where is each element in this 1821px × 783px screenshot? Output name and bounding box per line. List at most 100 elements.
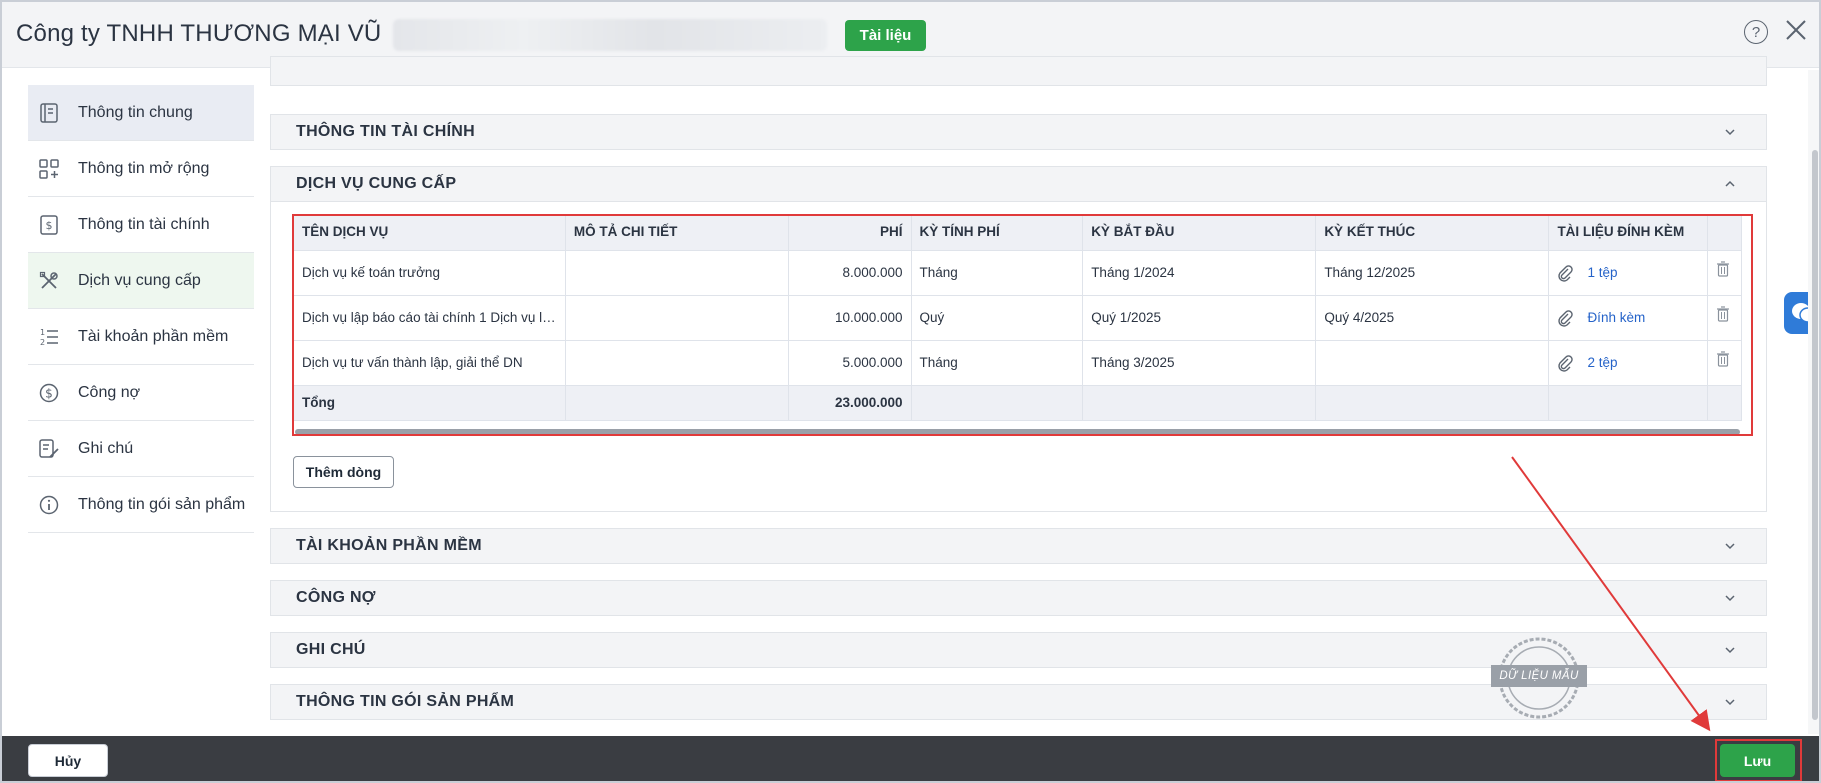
page-scrollbar-thumb[interactable] bbox=[1812, 150, 1818, 720]
attachment-link[interactable]: 1 tệp bbox=[1587, 265, 1617, 280]
paperclip-icon[interactable] bbox=[1557, 309, 1574, 327]
redacted-company-name bbox=[393, 19, 827, 51]
cell-actions bbox=[1707, 250, 1742, 296]
trash-icon[interactable] bbox=[1716, 261, 1730, 277]
column-header-actions bbox=[1707, 214, 1742, 251]
cell-description[interactable] bbox=[565, 295, 789, 341]
sidebar-item-debt[interactable]: $ Công nợ bbox=[28, 365, 254, 421]
paperclip-icon[interactable] bbox=[1557, 354, 1574, 372]
cell-billing-period[interactable]: Tháng bbox=[911, 340, 1084, 386]
cell-attachment[interactable]: 1 tệp bbox=[1548, 250, 1709, 296]
cell-billing-period[interactable]: Tháng bbox=[911, 250, 1084, 296]
section-title: DỊCH VỤ CUNG CẤP bbox=[296, 175, 457, 192]
section-title: THÔNG TIN TÀI CHÍNH bbox=[296, 123, 476, 140]
grid-add-icon bbox=[38, 158, 60, 180]
cell-description[interactable] bbox=[565, 340, 789, 386]
cell-start-period[interactable]: Tháng 1/2024 bbox=[1082, 250, 1317, 296]
services-table-container: TÊN DỊCH VỤ MÔ TẢ CHI TIẾT PHÍ KỲ TÍNH P… bbox=[294, 214, 1752, 438]
column-header[interactable]: KỲ TÍNH PHÍ bbox=[911, 214, 1084, 251]
table-row[interactable]: Dịch vụ lập báo cáo tài chính 1 Dịch vụ … bbox=[294, 295, 1742, 341]
add-row-button[interactable]: Thêm dòng bbox=[293, 456, 394, 488]
total-empty-cell bbox=[565, 385, 789, 421]
sidebar-item-notes[interactable]: Ghi chú bbox=[28, 421, 254, 477]
svg-text:$: $ bbox=[45, 386, 53, 400]
total-empty-cell bbox=[1707, 385, 1742, 421]
section-services-panel: DỊCH VỤ CUNG CẤP TÊN DỊCH VỤ MÔ TẢ CHI T… bbox=[270, 166, 1767, 512]
sidebar-item-software-accounts[interactable]: 12 Tài khoản phần mềm bbox=[28, 309, 254, 365]
section-title: CÔNG NỢ bbox=[296, 589, 376, 606]
numbered-list-icon: 12 bbox=[38, 326, 60, 348]
sidebar-item-label: Thông tin tài chính bbox=[78, 215, 210, 233]
cell-start-period[interactable]: Tháng 3/2025 bbox=[1082, 340, 1317, 386]
attachment-link[interactable]: 2 tệp bbox=[1587, 355, 1617, 370]
cell-description[interactable] bbox=[565, 250, 789, 296]
trash-icon[interactable] bbox=[1716, 306, 1730, 322]
section-title: GHI CHÚ bbox=[296, 641, 366, 658]
section-financial-info[interactable]: THÔNG TIN TÀI CHÍNH bbox=[270, 114, 1767, 150]
help-icon[interactable]: ? bbox=[1744, 20, 1768, 44]
cell-end-period[interactable] bbox=[1315, 340, 1550, 386]
cell-service-name[interactable]: Dịch vụ lập báo cáo tài chính 1 Dịch vụ … bbox=[294, 295, 566, 341]
total-empty-cell bbox=[911, 385, 1084, 421]
cell-start-period[interactable]: Quý 1/2025 bbox=[1082, 295, 1317, 341]
attachment-link[interactable]: Đính kèm bbox=[1587, 310, 1645, 325]
document-list-icon bbox=[38, 102, 60, 124]
sidebar-item-label: Công nợ bbox=[78, 383, 141, 401]
close-icon[interactable] bbox=[1782, 16, 1810, 44]
sidebar-item-extended-info[interactable]: Thông tin mở rộng bbox=[28, 141, 254, 197]
sidebar-item-services[interactable]: Dịch vụ cung cấp bbox=[28, 253, 254, 309]
table-total-row: Tổng 23.000.000 bbox=[294, 385, 1742, 421]
chevron-down-icon[interactable] bbox=[1724, 644, 1736, 656]
cell-billing-period[interactable]: Quý bbox=[911, 295, 1084, 341]
column-header[interactable]: KỲ BẮT ĐẦU bbox=[1082, 214, 1317, 251]
trash-icon[interactable] bbox=[1716, 351, 1730, 367]
column-header[interactable]: TÀI LIỆU ĐÍNH KÈM bbox=[1548, 214, 1709, 251]
sidebar-item-label: Thông tin gói sản phẩm bbox=[78, 495, 246, 513]
cell-service-name[interactable]: Dịch vụ tư vấn thành lập, giải thể DN bbox=[294, 340, 566, 386]
sidebar-item-label: Ghi chú bbox=[78, 439, 134, 457]
dollar-file-icon: $ bbox=[38, 214, 60, 236]
table-row[interactable]: Dịch vụ tư vấn thành lập, giải thể DN 5.… bbox=[294, 340, 1742, 386]
save-button[interactable]: Lưu bbox=[1720, 744, 1795, 777]
section-services[interactable]: DỊCH VỤ CUNG CẤP bbox=[270, 166, 1767, 202]
services-table: TÊN DỊCH VỤ MÔ TẢ CHI TIẾT PHÍ KỲ TÍNH P… bbox=[294, 214, 1742, 421]
cell-attachment[interactable]: Đính kèm bbox=[1548, 295, 1709, 341]
cell-service-name[interactable]: Dịch vụ kế toán trưởng bbox=[294, 250, 566, 296]
tools-icon bbox=[38, 270, 60, 292]
section-software-accounts[interactable]: TÀI KHOẢN PHẦN MỀM bbox=[270, 528, 1767, 564]
paperclip-icon[interactable] bbox=[1557, 264, 1574, 282]
cell-attachment[interactable]: 2 tệp bbox=[1548, 340, 1709, 386]
cell-fee[interactable]: 5.000.000 bbox=[788, 340, 912, 386]
section-extended-info-partial bbox=[270, 56, 1767, 86]
sample-data-watermark: DỮ LIỆU MẪU bbox=[1491, 665, 1587, 687]
column-header[interactable]: TÊN DỊCH VỤ bbox=[294, 214, 566, 251]
cell-fee[interactable]: 10.000.000 bbox=[788, 295, 912, 341]
sidebar-item-general-info[interactable]: Thông tin chung bbox=[28, 85, 254, 141]
sidebar-item-package-info[interactable]: Thông tin gói sản phẩm bbox=[28, 477, 254, 533]
cell-end-period[interactable]: Quý 4/2025 bbox=[1315, 295, 1550, 341]
table-header-row: TÊN DỊCH VỤ MÔ TẢ CHI TIẾT PHÍ KỲ TÍNH P… bbox=[294, 214, 1742, 251]
note-edit-icon bbox=[38, 438, 60, 460]
cancel-button[interactable]: Hủy bbox=[28, 744, 108, 777]
customer-dialog: Công ty TNHH THƯƠNG MẠI VŨ Tài liệu ? Th… bbox=[0, 0, 1821, 783]
section-debt[interactable]: CÔNG NỢ bbox=[270, 580, 1767, 616]
info-circle-icon bbox=[38, 494, 60, 516]
cell-end-period[interactable]: Tháng 12/2025 bbox=[1315, 250, 1550, 296]
page-title: Công ty TNHH THƯƠNG MẠI VŨ bbox=[16, 20, 382, 47]
column-header[interactable]: KỲ KẾT THÚC bbox=[1315, 214, 1550, 251]
column-header[interactable]: PHÍ bbox=[788, 214, 912, 251]
sidebar-nav: Thông tin chung Thông tin mở rộng $ Thôn… bbox=[28, 85, 254, 533]
sidebar-item-financial-info[interactable]: $ Thông tin tài chính bbox=[28, 197, 254, 253]
chevron-up-icon[interactable] bbox=[1724, 178, 1736, 190]
sidebar-item-label: Tài khoản phần mềm bbox=[78, 327, 229, 345]
dollar-circle-icon: $ bbox=[38, 382, 60, 404]
chevron-down-icon[interactable] bbox=[1724, 592, 1736, 604]
chevron-down-icon[interactable] bbox=[1724, 540, 1736, 552]
chevron-down-icon[interactable] bbox=[1724, 696, 1736, 708]
chevron-down-icon[interactable] bbox=[1724, 126, 1736, 138]
documents-button[interactable]: Tài liệu bbox=[845, 20, 926, 51]
cell-fee[interactable]: 8.000.000 bbox=[788, 250, 912, 296]
table-horizontal-scrollbar[interactable] bbox=[295, 429, 1740, 435]
column-header[interactable]: MÔ TẢ CHI TIẾT bbox=[565, 214, 789, 251]
table-row[interactable]: Dịch vụ kế toán trưởng 8.000.000 Tháng T… bbox=[294, 250, 1742, 296]
